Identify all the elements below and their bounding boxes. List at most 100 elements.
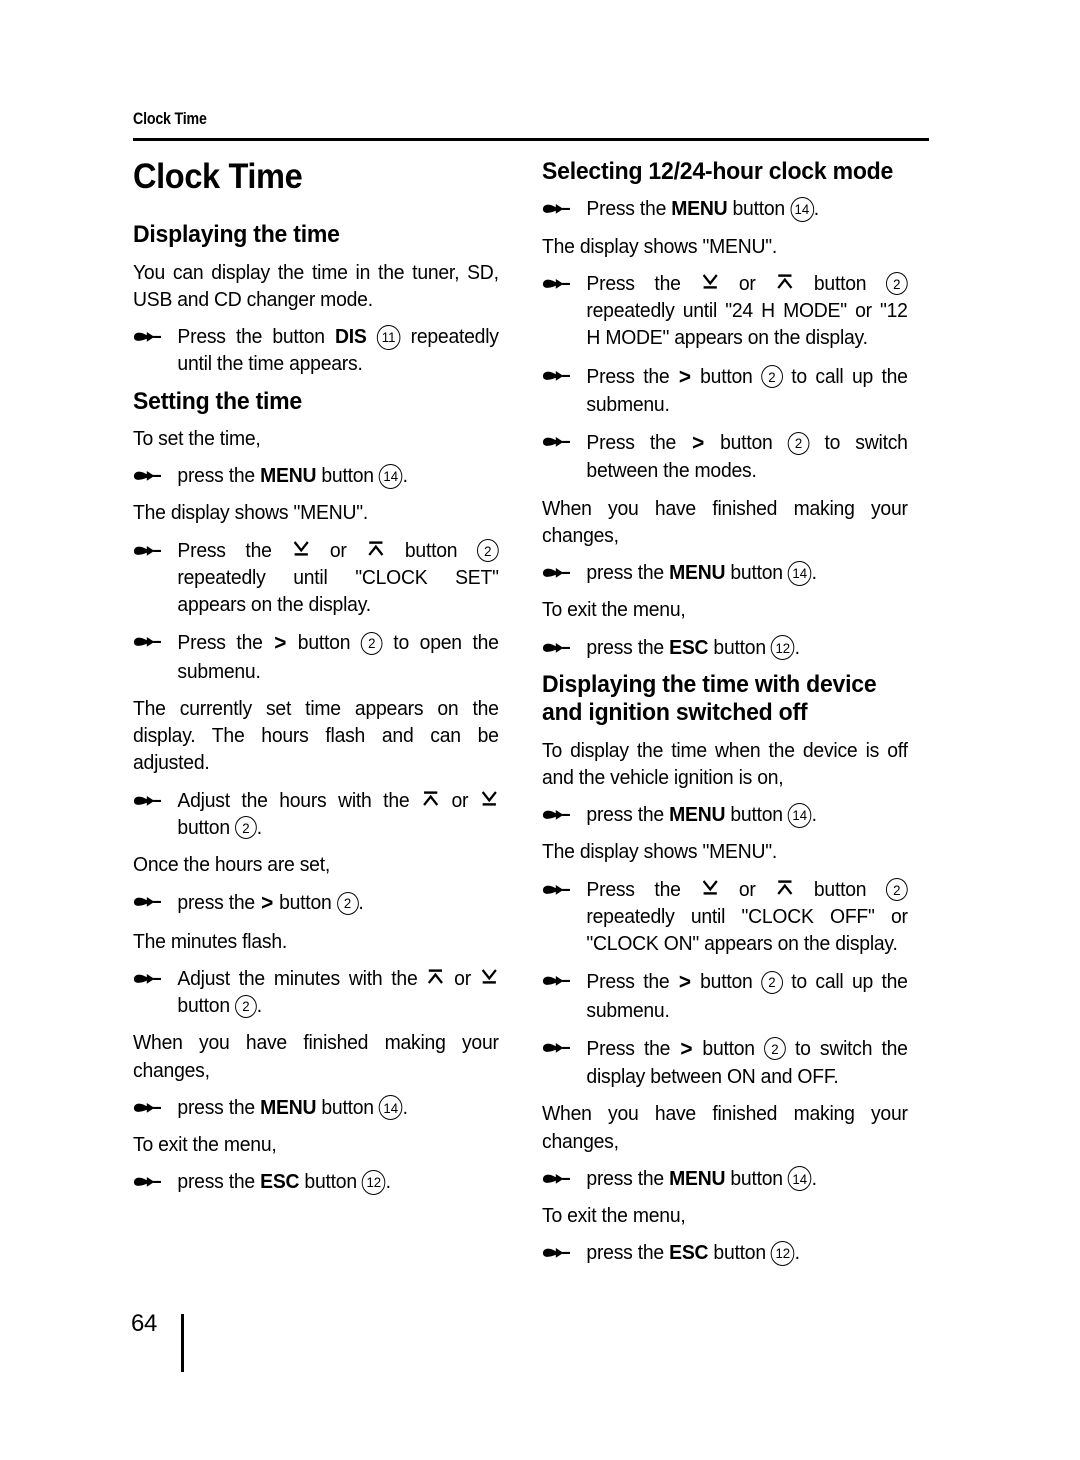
footer-rule [181, 1314, 184, 1372]
instruction-step: Press the MENU button 14. [542, 195, 908, 222]
section-heading: Selecting 12/24-hour clock mode [542, 158, 894, 185]
button-reference-2: 2 [761, 365, 783, 389]
instruction-step: press the ESC button 12. [133, 1168, 499, 1195]
pointing-hand-icon [133, 787, 165, 809]
chevron-right-icon: > [678, 363, 691, 389]
button-reference-2: 2 [885, 272, 908, 296]
button-reference-14: 14 [378, 463, 403, 489]
button-reference-2: 2 [235, 994, 257, 1018]
body-paragraph: When you have finished making your chang… [542, 1102, 908, 1153]
instruction-step: press the > button 2. [133, 888, 499, 917]
body-paragraph: The display shows "MENU". [542, 234, 778, 258]
header-divider [133, 138, 929, 141]
pointing-hand-icon [542, 559, 574, 581]
button-name: MENU [669, 561, 726, 585]
button-reference-2: 2 [336, 891, 359, 915]
arrow-down-bar-icon [292, 539, 309, 558]
chevron-right-icon: > [680, 1035, 693, 1061]
instruction-step: Adjust the minutes with the or button 2. [133, 965, 499, 1020]
body-paragraph: You can display the time in the tuner, S… [133, 260, 499, 311]
pointing-hand-icon [542, 362, 574, 384]
body-paragraph: The currently set time appears on the di… [133, 696, 499, 775]
left-column: Clock Time Displaying the time You can di… [133, 158, 520, 1206]
arrow-down-bar-icon [481, 967, 498, 986]
pointing-hand-icon [133, 323, 165, 345]
pointing-hand-icon [133, 1168, 165, 1190]
button-reference-14: 14 [378, 1095, 403, 1121]
instruction-step: Press the or button 2 repeatedly until "… [542, 876, 908, 958]
running-header: Clock Time [133, 110, 207, 128]
button-reference-2: 2 [360, 631, 383, 655]
arrow-up-bar-icon [367, 539, 384, 558]
instruction-step: press the MENU button 14. [542, 559, 908, 586]
arrow-up-bar-icon [776, 272, 793, 291]
pointing-hand-icon [542, 428, 574, 450]
pointing-hand-icon [133, 462, 165, 484]
button-reference-12: 12 [771, 635, 795, 661]
right-column: Selecting 12/24-hour clock mode Press the… [542, 158, 929, 1277]
body-paragraph: The display shows "MENU". [542, 840, 778, 864]
button-name: ESC [669, 635, 709, 659]
instruction-step: Press the button DIS 11 repeatedly until… [133, 323, 499, 378]
body-paragraph: To set the time, [133, 426, 261, 450]
button-name: MENU [671, 197, 728, 221]
pointing-hand-icon [542, 270, 574, 292]
button-reference-2: 2 [885, 878, 908, 902]
arrow-down-bar-icon [701, 272, 718, 291]
button-reference-2: 2 [235, 816, 257, 840]
button-reference-14: 14 [787, 1166, 812, 1192]
chevron-right-icon: > [274, 630, 287, 656]
button-name: MENU [260, 464, 317, 488]
page-number: 64 [131, 1310, 158, 1337]
page-title: Clock Time [133, 157, 303, 196]
body-paragraph: To display the time when the device is o… [542, 738, 908, 789]
instruction-step: Press the > button 2 to call up the subm… [542, 362, 908, 419]
button-reference-2: 2 [476, 539, 499, 563]
instruction-step: Press the > button 2 to switch between t… [542, 428, 908, 485]
instruction-step: Press the or button 2 repeatedly until "… [133, 537, 499, 619]
arrow-up-bar-icon [422, 789, 439, 808]
button-name: MENU [260, 1095, 317, 1119]
pointing-hand-icon [542, 195, 574, 217]
chevron-right-icon: > [692, 430, 705, 456]
body-paragraph: To exit the menu, [542, 1204, 686, 1228]
body-paragraph: To exit the menu, [133, 1133, 277, 1157]
section-heading: Displaying the time [133, 221, 340, 249]
instruction-step: Press the > button 2 to open the submenu… [133, 628, 499, 685]
instruction-step: Press the or button 2 repeatedly until "… [542, 270, 908, 352]
instruction-step: Press the > button 2 to call up the subm… [542, 967, 908, 1024]
instruction-step: press the MENU button 14. [542, 801, 908, 828]
button-reference-11: 11 [376, 324, 401, 350]
pointing-hand-icon [133, 965, 165, 987]
button-name: DIS [334, 325, 367, 348]
chevron-right-icon: > [261, 890, 273, 916]
pointing-hand-icon [133, 1094, 165, 1116]
button-name: ESC [260, 1170, 300, 1194]
button-reference-12: 12 [362, 1169, 386, 1195]
arrow-up-bar-icon [776, 878, 793, 897]
pointing-hand-icon [542, 1034, 574, 1056]
button-reference-2: 2 [787, 431, 810, 455]
body-paragraph: To exit the menu, [542, 598, 686, 622]
arrow-down-bar-icon [481, 789, 498, 808]
button-reference-14: 14 [787, 560, 812, 586]
instruction-step: press the MENU button 14. [133, 1094, 499, 1121]
body-paragraph: When you have finished making your chang… [133, 1031, 499, 1082]
body-paragraph: Once the hours are set, [133, 853, 331, 877]
arrow-up-bar-icon [427, 967, 444, 986]
pointing-hand-icon [542, 634, 574, 656]
section-heading: Setting the time [133, 387, 302, 415]
body-paragraph: The minutes flash. [133, 929, 288, 953]
button-reference-12: 12 [771, 1240, 795, 1266]
chevron-right-icon: > [678, 969, 691, 995]
instruction-step: press the MENU button 14. [542, 1165, 908, 1192]
button-reference-14: 14 [787, 802, 812, 828]
instruction-step: press the ESC button 12. [542, 634, 908, 661]
body-paragraph: When you have finished making your chang… [542, 496, 908, 547]
instruction-step: press the ESC button 12. [542, 1239, 908, 1266]
pointing-hand-icon [542, 801, 574, 823]
instruction-step: Adjust the hours with the or button 2. [133, 787, 499, 842]
pointing-hand-icon [542, 876, 574, 898]
pointing-hand-icon [542, 1165, 574, 1187]
right-sections: Selecting 12/24-hour clock mode Press the… [542, 158, 929, 1267]
